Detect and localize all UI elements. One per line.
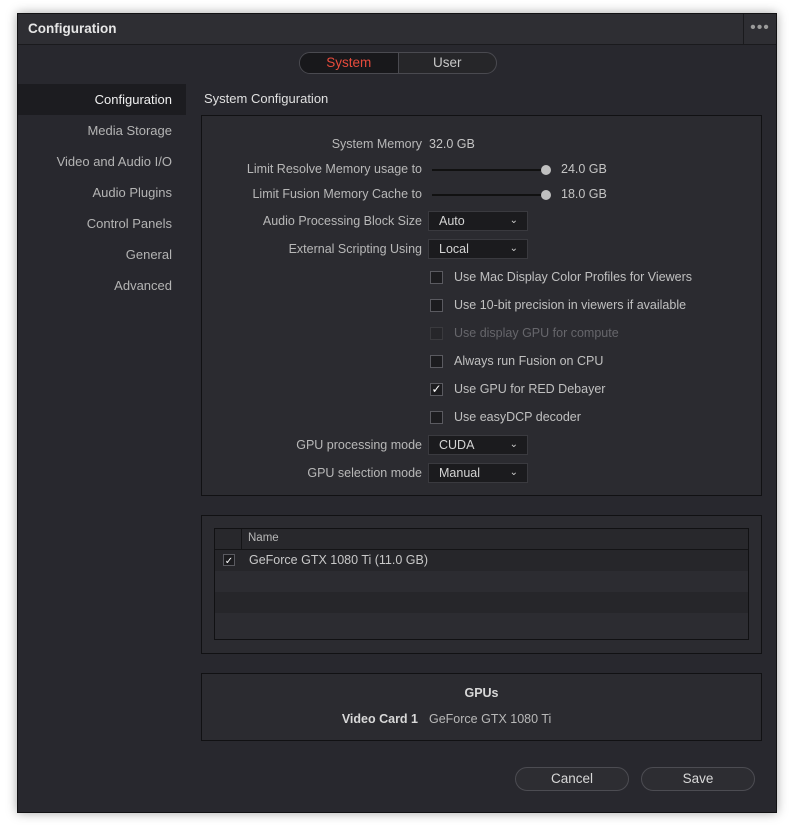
scripting-dropdown[interactable]: Local ⌄ bbox=[428, 239, 528, 259]
table-row-empty bbox=[215, 571, 748, 592]
gpu-selection-dropdown[interactable]: Manual ⌄ bbox=[428, 463, 528, 483]
gpu-selection-label: GPU selection mode bbox=[307, 466, 422, 480]
tab-user[interactable]: User bbox=[399, 53, 497, 73]
chevron-down-icon: ⌄ bbox=[509, 215, 518, 226]
audio-block-label: Audio Processing Block Size bbox=[262, 214, 422, 228]
column-divider bbox=[241, 529, 242, 549]
checkmark-icon: ✓ bbox=[224, 556, 234, 567]
gpu-processing-value: CUDA bbox=[439, 438, 475, 452]
fusion-cache-value: 18.0 GB bbox=[561, 187, 607, 201]
fusion-cache-slider[interactable] bbox=[432, 194, 547, 196]
configuration-window: Configuration ••• System User Configurat… bbox=[17, 13, 777, 813]
chevron-down-icon: ⌄ bbox=[509, 243, 518, 254]
mac-color-profiles-checkbox[interactable] bbox=[430, 271, 443, 284]
sidebar-item-configuration[interactable]: Configuration bbox=[18, 84, 186, 115]
scripting-label: External Scripting Using bbox=[288, 242, 422, 256]
sidebar-item-audio-plugins[interactable]: Audio Plugins bbox=[18, 177, 186, 208]
easydcp-checkbox[interactable] bbox=[430, 411, 443, 424]
ten-bit-precision-checkbox[interactable] bbox=[430, 299, 443, 312]
table-row-empty bbox=[215, 592, 748, 613]
system-config-panel: System Memory 32.0 GB Limit Resolve Memo… bbox=[201, 115, 762, 496]
resolve-memory-label: Limit Resolve Memory usage to bbox=[246, 162, 422, 176]
gpu-row-checkbox[interactable]: ✓ bbox=[223, 554, 235, 567]
column-header-name[interactable]: Name bbox=[248, 532, 279, 544]
video-card-value: GeForce GTX 1080 Ti bbox=[429, 712, 552, 726]
sidebar-item-video-audio-io[interactable]: Video and Audio I/O bbox=[18, 146, 186, 177]
sidebar-item-advanced[interactable]: Advanced bbox=[18, 270, 186, 301]
red-debayer-checkbox[interactable]: ✓ bbox=[430, 383, 443, 396]
title-bar: Configuration ••• bbox=[18, 14, 776, 45]
ellipsis-icon[interactable]: ••• bbox=[743, 14, 776, 44]
mac-color-profiles-label: Use Mac Display Color Profiles for Viewe… bbox=[454, 270, 693, 284]
table-row-empty bbox=[215, 613, 748, 639]
save-button[interactable]: Save bbox=[641, 767, 755, 791]
chevron-down-icon: ⌄ bbox=[509, 439, 518, 450]
chevron-down-icon: ⌄ bbox=[509, 467, 518, 478]
section-title: System Configuration bbox=[204, 91, 329, 106]
gpus-info-panel: GPUs Video Card 1 GeForce GTX 1080 Ti bbox=[201, 673, 762, 741]
scripting-value: Local bbox=[439, 242, 469, 256]
sidebar-item-general[interactable]: General bbox=[18, 239, 186, 270]
fusion-cache-slider-handle[interactable] bbox=[541, 190, 551, 200]
resolve-memory-slider-handle[interactable] bbox=[541, 165, 551, 175]
red-debayer-label: Use GPU for RED Debayer bbox=[454, 382, 606, 396]
gpu-row-name: GeForce GTX 1080 Ti (11.0 GB) bbox=[249, 553, 429, 567]
ten-bit-precision-label: Use 10-bit precision in viewers if avail… bbox=[454, 298, 687, 312]
gpu-processing-label: GPU processing mode bbox=[296, 438, 422, 452]
system-user-toggle: System User bbox=[299, 52, 497, 74]
tab-system[interactable]: System bbox=[300, 53, 399, 73]
gpu-table: Name ✓ GeForce GTX 1080 Ti (11.0 GB) bbox=[214, 528, 749, 640]
sidebar: Configuration Media Storage Video and Au… bbox=[18, 84, 186, 301]
checkmark-icon: ✓ bbox=[431, 382, 442, 396]
resolve-memory-slider[interactable] bbox=[432, 169, 547, 171]
video-card-label: Video Card 1 bbox=[341, 712, 418, 726]
display-gpu-compute-label: Use display GPU for compute bbox=[454, 326, 619, 340]
cancel-button[interactable]: Cancel bbox=[515, 767, 629, 791]
audio-block-value: Auto bbox=[439, 214, 465, 228]
system-memory-label: System Memory bbox=[331, 137, 422, 151]
system-memory-value: 32.0 GB bbox=[429, 137, 475, 151]
fusion-cache-label: Limit Fusion Memory Cache to bbox=[252, 187, 422, 201]
gpu-selection-value: Manual bbox=[439, 466, 480, 480]
table-row[interactable]: ✓ GeForce GTX 1080 Ti (11.0 GB) bbox=[215, 550, 748, 571]
gpu-list-panel: Name ✓ GeForce GTX 1080 Ti (11.0 GB) bbox=[201, 515, 762, 654]
gpus-info-title: GPUs bbox=[464, 686, 499, 700]
table-header: Name bbox=[215, 529, 748, 550]
easydcp-label: Use easyDCP decoder bbox=[454, 410, 581, 424]
window-title: Configuration bbox=[28, 21, 117, 36]
fusion-cpu-checkbox[interactable] bbox=[430, 355, 443, 368]
gpu-processing-dropdown[interactable]: CUDA ⌄ bbox=[428, 435, 528, 455]
audio-block-dropdown[interactable]: Auto ⌄ bbox=[428, 211, 528, 231]
sidebar-item-control-panels[interactable]: Control Panels bbox=[18, 208, 186, 239]
resolve-memory-value: 24.0 GB bbox=[561, 162, 607, 176]
fusion-cpu-label: Always run Fusion on CPU bbox=[454, 354, 604, 368]
sidebar-item-media-storage[interactable]: Media Storage bbox=[18, 115, 186, 146]
display-gpu-compute-checkbox bbox=[430, 327, 443, 340]
